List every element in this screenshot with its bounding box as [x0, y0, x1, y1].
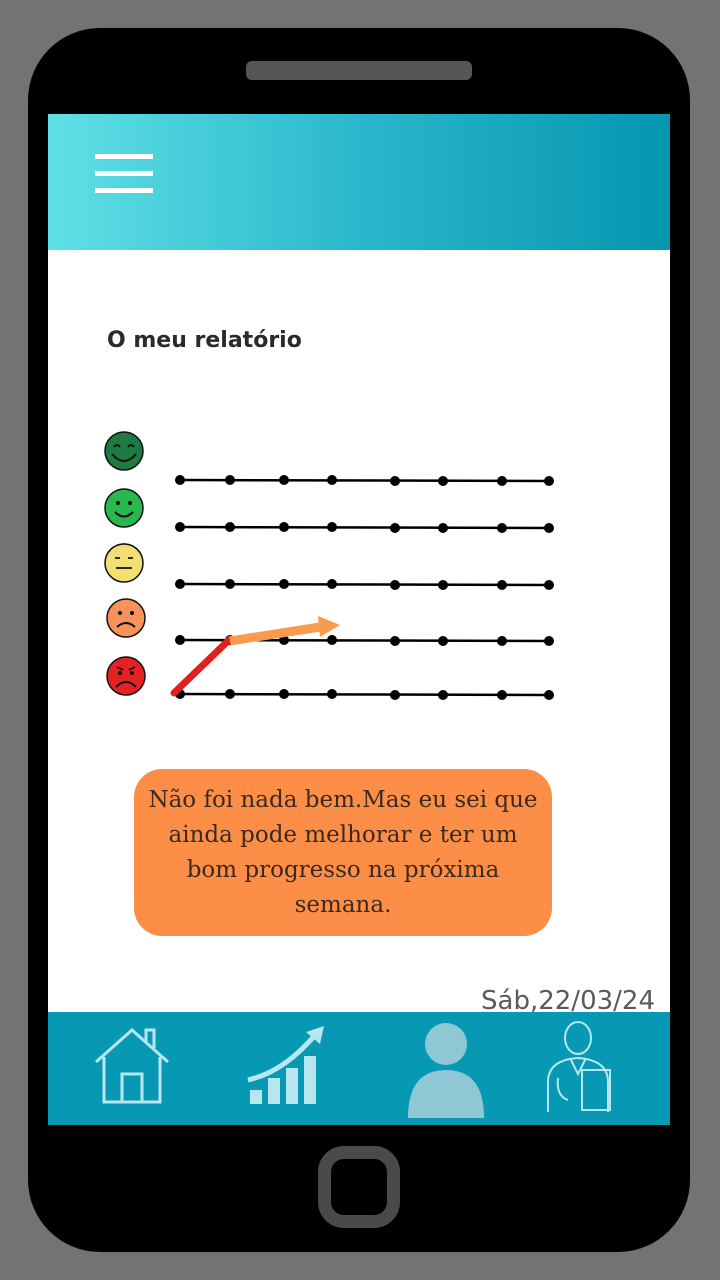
user-icon	[408, 1023, 484, 1118]
nav-profile[interactable]	[400, 1012, 496, 1125]
doctor-icon	[547, 1021, 611, 1112]
mood-point	[438, 580, 448, 590]
mood-point	[438, 476, 448, 486]
mood-point	[438, 636, 448, 646]
mood-point	[438, 523, 448, 533]
mood-point	[390, 636, 400, 646]
very-sad-face-icon	[106, 656, 146, 696]
mood-point	[279, 522, 289, 532]
mood-point	[497, 636, 507, 646]
mood-point	[327, 522, 337, 532]
mood-point	[327, 579, 337, 589]
neutral-face-icon	[104, 543, 144, 583]
mood-level-lines	[175, 475, 554, 700]
trend-arrow	[170, 616, 340, 697]
app-header	[48, 114, 670, 250]
mood-point	[497, 476, 507, 486]
mood-point	[327, 475, 337, 485]
hamburger-menu-icon[interactable]	[95, 154, 153, 194]
mood-point	[544, 476, 554, 486]
mood-level-line	[179, 692, 550, 697]
mood-point	[175, 522, 185, 532]
mood-point	[544, 523, 554, 533]
mood-point	[175, 475, 185, 485]
mood-point	[497, 580, 507, 590]
sad-face-icon	[106, 598, 146, 638]
mood-point	[225, 579, 235, 589]
nav-doctor[interactable]	[538, 1012, 628, 1125]
mood-point	[438, 690, 448, 700]
mood-point	[544, 636, 554, 646]
mood-point	[497, 690, 507, 700]
growth-chart-icon	[247, 1026, 324, 1104]
nav-progress[interactable]	[244, 1012, 334, 1125]
page-title: O meu relatório	[107, 328, 302, 353]
feedback-message-bubble: Não foi nada bem.Mas eu sei que ainda po…	[134, 769, 552, 936]
mood-point	[390, 523, 400, 533]
mood-point	[497, 523, 507, 533]
mood-point	[544, 580, 554, 590]
mood-point	[390, 580, 400, 590]
phone-frame: O meu relatório Não foi nada bem.Mas eu …	[28, 28, 690, 1252]
feedback-message-text: Não foi nada bem.Mas eu sei que ainda po…	[148, 786, 538, 918]
mood-point	[279, 475, 289, 485]
mood-point	[225, 475, 235, 485]
phone-home-button[interactable]	[318, 1146, 400, 1228]
mood-point	[225, 522, 235, 532]
mood-level-line	[179, 478, 550, 483]
mood-point	[225, 689, 235, 699]
mood-point	[327, 689, 337, 699]
mood-point	[544, 690, 554, 700]
bottom-navigation	[48, 1012, 670, 1125]
nav-home[interactable]	[88, 1012, 178, 1125]
mood-level-line	[179, 525, 550, 530]
app-screen: O meu relatório Não foi nada bem.Mas eu …	[48, 114, 670, 1125]
house-icon	[95, 1027, 169, 1104]
mood-point	[279, 579, 289, 589]
mood-lines	[104, 475, 554, 700]
mood-point	[390, 476, 400, 486]
mood-level-line	[179, 582, 550, 587]
mood-point	[390, 690, 400, 700]
mood-point	[279, 689, 289, 699]
mood-point	[175, 579, 185, 589]
mood-point	[327, 635, 337, 645]
phone-speaker	[246, 61, 472, 80]
mood-point	[175, 635, 185, 645]
